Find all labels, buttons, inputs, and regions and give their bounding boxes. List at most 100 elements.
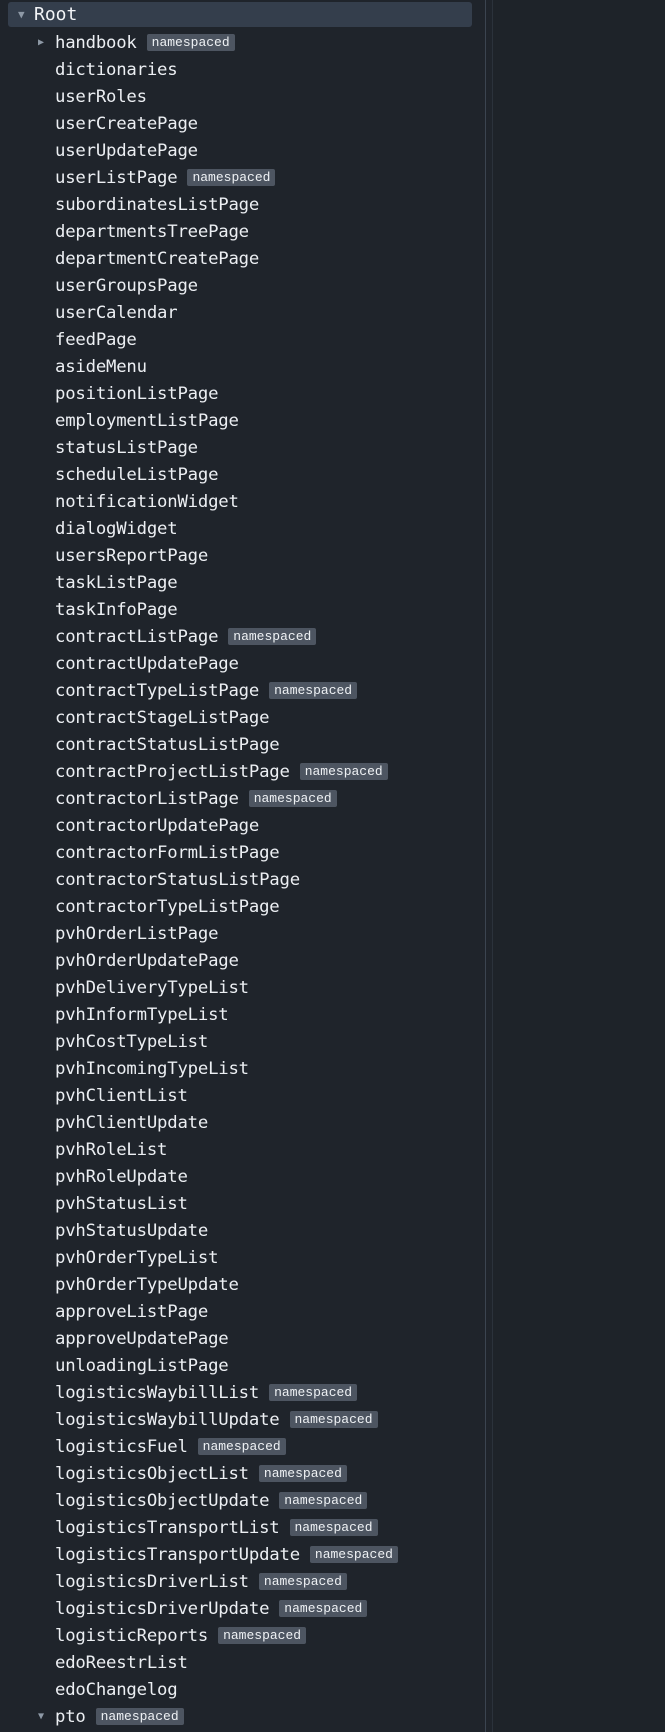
tree-item[interactable]: dialogWidget xyxy=(0,515,484,542)
tree-item[interactable]: pvhDeliveryTypeList xyxy=(0,974,484,1001)
tree-item[interactable]: pvhIncomingTypeList xyxy=(0,1055,484,1082)
tree-item[interactable]: employmentListPage xyxy=(0,407,484,434)
tree-item-label: pvhIncomingTypeList xyxy=(55,1058,249,1079)
tree-item-label: userGroupsPage xyxy=(55,275,198,296)
tree-item-label: userListPage xyxy=(55,167,178,188)
panel-divider[interactable] xyxy=(485,0,486,1732)
tree-item[interactable]: userListPage namespaced xyxy=(0,164,484,191)
tree-item-label: asideMenu xyxy=(55,356,147,377)
tree-item[interactable]: taskInfoPage xyxy=(0,596,484,623)
tree-item[interactable]: userCalendar xyxy=(0,299,484,326)
tree-item[interactable]: logisticsObjectList namespaced xyxy=(0,1460,484,1487)
tree-item[interactable]: logisticsFuel namespaced xyxy=(0,1433,484,1460)
tree-item[interactable]: approveListPage xyxy=(0,1298,484,1325)
tree-item-label: pvhRoleUpdate xyxy=(55,1166,188,1187)
tree-item[interactable]: logisticsTransportList namespaced xyxy=(0,1514,484,1541)
tree-item[interactable]: contractProjectListPage namespaced xyxy=(0,758,484,785)
tree-item-label: pvhOrderTypeList xyxy=(55,1247,219,1268)
namespaced-badge: namespaced xyxy=(228,628,317,645)
tree-item[interactable]: logisticsObjectUpdate namespaced xyxy=(0,1487,484,1514)
caret-down-icon[interactable]: ▼ xyxy=(38,1711,48,1722)
tree-item[interactable]: feedPage xyxy=(0,326,484,353)
tree-item[interactable]: unloadingListPage xyxy=(0,1352,484,1379)
tree-item[interactable]: edoChangelog xyxy=(0,1676,484,1703)
tree-item[interactable]: logisticReports namespaced xyxy=(0,1622,484,1649)
tree-item[interactable]: approveUpdatePage xyxy=(0,1325,484,1352)
tree-item-label: dialogWidget xyxy=(55,518,178,539)
namespaced-badge: namespaced xyxy=(279,1492,368,1509)
tree-item[interactable]: pvhOrderListPage xyxy=(0,920,484,947)
tree-item[interactable]: contractUpdatePage xyxy=(0,650,484,677)
tree-item[interactable]: ▼ pto namespaced xyxy=(0,1703,484,1730)
tree-item[interactable]: pvhStatusUpdate xyxy=(0,1217,484,1244)
tree-item[interactable]: userRoles xyxy=(0,83,484,110)
tree-item[interactable]: contractorListPage namespaced xyxy=(0,785,484,812)
tree-item[interactable]: contractorStatusListPage xyxy=(0,866,484,893)
tree-item-label: pvhStatusList xyxy=(55,1193,188,1214)
tree-item[interactable]: contractStatusListPage xyxy=(0,731,484,758)
namespaced-badge: namespaced xyxy=(269,682,358,699)
tree-item[interactable]: usersReportPage xyxy=(0,542,484,569)
tree-item[interactable]: edoReestrList xyxy=(0,1649,484,1676)
tree-item[interactable]: contractTypeListPage namespaced xyxy=(0,677,484,704)
tree-item[interactable]: contractorFormListPage xyxy=(0,839,484,866)
tree-item-label: logisticsWaybillUpdate xyxy=(55,1409,280,1430)
tree-item[interactable]: logisticsTransportUpdate namespaced xyxy=(0,1541,484,1568)
tree-item-label: contractorTypeListPage xyxy=(55,896,280,917)
tree-item-label: subordinatesListPage xyxy=(55,194,260,215)
tree-item[interactable]: subordinatesListPage xyxy=(0,191,484,218)
tree-item[interactable]: pvhRoleUpdate xyxy=(0,1163,484,1190)
tree-item[interactable]: pvhStatusList xyxy=(0,1190,484,1217)
tree-item-label: userUpdatePage xyxy=(55,140,198,161)
tree-item[interactable]: pvhCostTypeList xyxy=(0,1028,484,1055)
tree-item-label: logisticReports xyxy=(55,1625,209,1646)
tree-item[interactable]: logisticsWaybillUpdate namespaced xyxy=(0,1406,484,1433)
tree-item[interactable]: departmentCreatePage xyxy=(0,245,484,272)
tree-item[interactable]: logisticsDriverUpdate namespaced xyxy=(0,1595,484,1622)
tree-item[interactable]: pvhOrderTypeList xyxy=(0,1244,484,1271)
tree-item-label: userCalendar xyxy=(55,302,178,323)
tree-item-label: contractorFormListPage xyxy=(55,842,280,863)
tree-item-label: usersReportPage xyxy=(55,545,209,566)
namespaced-badge: namespaced xyxy=(258,1573,347,1590)
tree-item-label: handbook xyxy=(55,32,137,53)
tree-item[interactable]: logisticsWaybillList namespaced xyxy=(0,1379,484,1406)
tree-item-label: approveListPage xyxy=(55,1301,209,1322)
tree-item-label: logisticsTransportUpdate xyxy=(55,1544,300,1565)
tree-item[interactable]: ▶ handbook namespaced xyxy=(0,29,484,56)
tree-item[interactable]: contractorUpdatePage xyxy=(0,812,484,839)
tree-item[interactable]: pvhRoleList xyxy=(0,1136,484,1163)
tree-item-label: pvhStatusUpdate xyxy=(55,1220,209,1241)
tree-item[interactable]: contractorTypeListPage xyxy=(0,893,484,920)
tree-item-label: contractorUpdatePage xyxy=(55,815,260,836)
tree-item[interactable]: positionListPage xyxy=(0,380,484,407)
tree-item[interactable]: contractListPage namespaced xyxy=(0,623,484,650)
tree-item-label: contractListPage xyxy=(55,626,219,647)
tree-item[interactable]: contractStageListPage xyxy=(0,704,484,731)
tree-item[interactable]: userUpdatePage xyxy=(0,137,484,164)
tree-item[interactable]: statusListPage xyxy=(0,434,484,461)
tree-item[interactable]: pvhClientList xyxy=(0,1082,484,1109)
tree-item[interactable]: taskListPage xyxy=(0,569,484,596)
namespaced-badge: namespaced xyxy=(289,1519,378,1536)
tree-item-label: statusListPage xyxy=(55,437,198,458)
tree-item[interactable]: pvhOrderUpdatePage xyxy=(0,947,484,974)
tree-item[interactable]: departmentsTreePage xyxy=(0,218,484,245)
caret-down-icon[interactable]: ▼ xyxy=(18,9,28,20)
tree-item[interactable]: pvhClientUpdate xyxy=(0,1109,484,1136)
tree-item[interactable]: pvhOrderTypeUpdate xyxy=(0,1271,484,1298)
tree-item[interactable]: dictionaries xyxy=(0,56,484,83)
tree-item[interactable]: userCreatePage xyxy=(0,110,484,137)
tree-item-label: pvhOrderTypeUpdate xyxy=(55,1274,239,1295)
tree-item[interactable]: pvhInformTypeList xyxy=(0,1001,484,1028)
tree-item-label: dictionaries xyxy=(55,59,178,80)
tree-item[interactable]: userGroupsPage xyxy=(0,272,484,299)
tree-item[interactable]: logisticsDriverList namespaced xyxy=(0,1568,484,1595)
tree-item[interactable]: notificationWidget xyxy=(0,488,484,515)
tree-item-label: employmentListPage xyxy=(55,410,239,431)
caret-right-icon[interactable]: ▶ xyxy=(38,37,48,48)
tree-item[interactable]: asideMenu xyxy=(0,353,484,380)
tree-root-row[interactable]: ▼ Root xyxy=(8,2,472,27)
inspector-panel xyxy=(493,0,665,1732)
tree-item[interactable]: scheduleListPage xyxy=(0,461,484,488)
